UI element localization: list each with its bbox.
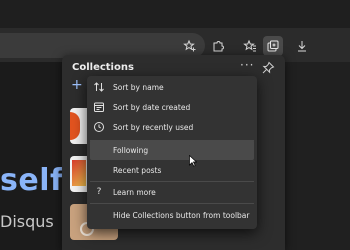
help-icon: ? [96, 187, 102, 197]
sort-icon [93, 81, 105, 93]
menu-item-hide-collections-button[interactable]: Hide Collections button from toolbar [87, 205, 257, 225]
collections-sort-menu: Sort by name Sort by date created Sort b… [87, 76, 257, 229]
menu-item-label: Sort by name [113, 82, 164, 92]
calendar-icon [93, 101, 105, 113]
add-favorite-icon[interactable] [180, 36, 200, 56]
more-options-icon[interactable]: ··· [240, 58, 254, 72]
thumbnail-graphic [70, 112, 80, 140]
menu-divider [90, 203, 254, 204]
menu-item-following[interactable]: Following [90, 140, 254, 160]
menu-item-label: Hide Collections button from toolbar [113, 210, 250, 220]
pin-icon[interactable] [261, 60, 275, 74]
clock-icon [93, 121, 105, 133]
menu-item-label: Sort by recently used [113, 122, 194, 132]
title-bar [0, 0, 350, 28]
thumbnail-graphic [72, 160, 86, 186]
page-side-area [285, 62, 350, 250]
downloads-icon[interactable] [292, 36, 312, 56]
add-collection-icon[interactable]: + [71, 77, 83, 93]
extensions-icon[interactable] [208, 36, 228, 56]
page-subtext-fragment: Disqus [0, 212, 54, 231]
mouse-cursor-icon [189, 152, 198, 167]
menu-item-sort-by-name[interactable]: Sort by name [87, 77, 257, 97]
menu-item-recent-posts[interactable]: Recent posts [87, 160, 257, 180]
favorites-icon[interactable] [240, 36, 260, 56]
menu-item-label: Learn more [113, 187, 156, 197]
menu-item-sort-by-recently-used[interactable]: Sort by recently used [87, 117, 257, 137]
menu-item-label: Recent posts [113, 165, 162, 175]
collections-icon[interactable] [263, 36, 283, 56]
menu-item-label: Sort by date created [113, 102, 191, 112]
menu-item-label: Following [113, 145, 149, 155]
menu-item-learn-more[interactable]: ? Learn more [87, 182, 257, 202]
page-heading-fragment: self [0, 163, 64, 198]
collections-title: Collections [72, 62, 134, 73]
menu-item-sort-by-date-created[interactable]: Sort by date created [87, 97, 257, 117]
